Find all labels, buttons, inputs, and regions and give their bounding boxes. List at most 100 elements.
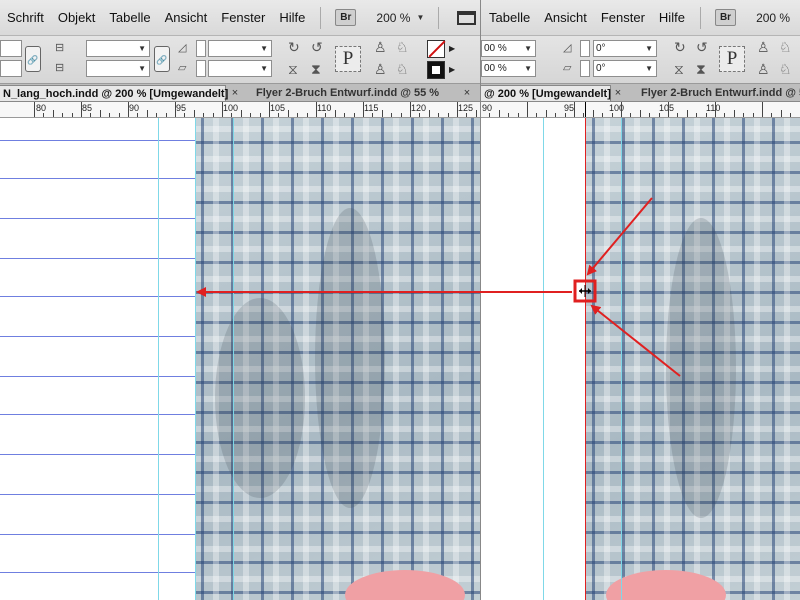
fill-swatch[interactable]	[427, 40, 445, 58]
constrain-proportions-icon[interactable]: 🔗	[25, 46, 41, 72]
select-container-icon[interactable]: ♙	[374, 40, 387, 54]
shear-stepper[interactable]	[196, 60, 206, 77]
horizontal-guide[interactable]	[0, 534, 195, 535]
horizontal-guide[interactable]	[0, 258, 195, 259]
fill-menu-icon[interactable]: ▶	[449, 44, 455, 53]
control-panel: 00 % ▼ 00 % ▼ ◿ ▱ 0° ▼ 0° ▼ ↻ ↺ ⧖ ⧗ P ♙ ♘ ♙ …	[481, 36, 800, 84]
horizontal-guide[interactable]	[0, 376, 195, 377]
horizontal-ruler[interactable]: 90 95 100 105 110	[481, 102, 800, 118]
column-guide[interactable]	[543, 118, 544, 600]
ruler-tick	[325, 113, 327, 117]
document-canvas[interactable]	[0, 118, 480, 600]
rotate-ccw-icon[interactable]: ↺	[311, 40, 323, 54]
close-icon[interactable]: ×	[611, 85, 625, 101]
close-icon[interactable]: ×	[228, 85, 242, 101]
menu-tabelle[interactable]: Tabelle	[481, 10, 537, 25]
bridge-button[interactable]: Br	[335, 9, 357, 26]
menu-objekt[interactable]: Objekt	[51, 10, 103, 25]
ruler-tick	[62, 113, 64, 117]
align-icon[interactable]: ⊟	[55, 41, 64, 55]
plaid-shirt-photo[interactable]	[195, 118, 480, 600]
ruler-tick	[630, 113, 632, 117]
horizontal-guide[interactable]	[0, 296, 195, 297]
ruler-tick	[363, 102, 364, 117]
column-guide[interactable]	[621, 118, 622, 600]
menu-schrift[interactable]: Schrift	[0, 10, 51, 25]
ruler-tick	[278, 113, 280, 117]
ruler-tick	[391, 113, 393, 117]
close-icon[interactable]: ×	[460, 85, 474, 101]
stroke-menu-icon[interactable]: ▶	[449, 65, 455, 74]
menu-fenster[interactable]: Fenster	[594, 10, 652, 25]
select-content-icon[interactable]: ♙	[757, 62, 770, 76]
select-container-icon[interactable]: ♙	[757, 40, 770, 54]
shear-field[interactable]: 0° ▼	[593, 60, 657, 77]
chevron-down-icon[interactable]: ▼	[414, 13, 430, 22]
rotate-cw-icon[interactable]: ↻	[674, 40, 686, 54]
column-guide[interactable]	[233, 118, 234, 600]
horizontal-guide[interactable]	[0, 454, 195, 455]
flip-vertical-icon[interactable]: ⧗	[696, 62, 706, 76]
selected-guide[interactable]	[585, 118, 586, 600]
select-content-icon[interactable]: ♙	[374, 62, 387, 76]
height-field[interactable]: ▼	[86, 60, 150, 77]
menu-ansicht[interactable]: Ansicht	[537, 10, 594, 25]
shear-stepper[interactable]	[580, 60, 590, 77]
plaid-shirt-photo[interactable]	[586, 118, 800, 600]
menu-bar: Schrift Objekt Tabelle Ansicht Fenster H…	[0, 0, 480, 36]
flip-vertical-icon[interactable]: ⧗	[311, 62, 321, 76]
ruler-tick	[583, 113, 585, 117]
select-next-icon[interactable]: ♘	[396, 40, 409, 54]
horizontal-guide[interactable]	[0, 494, 195, 495]
shear-field[interactable]: ▼	[208, 60, 272, 77]
bridge-button[interactable]: Br	[714, 9, 737, 26]
screen-mode-icon[interactable]	[457, 10, 476, 25]
flip-horizontal-icon[interactable]: ⧖	[674, 62, 684, 76]
rotate-field[interactable]: ▼	[208, 40, 272, 57]
select-next-icon[interactable]: ♘	[779, 40, 792, 54]
menu-fenster[interactable]: Fenster	[214, 10, 272, 25]
ruler-tick	[696, 113, 698, 117]
ruler-label: 110	[317, 103, 332, 113]
p-frame-reference-icon[interactable]: P	[719, 46, 745, 72]
zoom-select[interactable]: 200 %	[742, 11, 794, 25]
tab-flyer-2-bruch[interactable]: Flyer 2-Bruch Entwurf.indd @ 55 %	[252, 85, 462, 101]
align-bottom-icon[interactable]: ⊟	[55, 61, 64, 75]
ruler-tick	[517, 113, 519, 117]
ruler-tick	[677, 113, 679, 117]
select-previous-icon[interactable]: ♘	[396, 62, 409, 76]
zoom-select[interactable]: 200 %	[362, 11, 414, 25]
horizontal-ruler[interactable]: 80 85 90 95 100 105 110 115 120 125	[0, 102, 480, 118]
tab-flyer-2-bruch[interactable]: Flyer 2-Bruch Entwurf.indd @ 5	[637, 85, 800, 101]
rotate-stepper[interactable]	[196, 40, 206, 57]
menu-hilfe[interactable]: Hilfe	[652, 10, 692, 25]
width-field[interactable]: ▼	[86, 40, 150, 57]
flip-horizontal-icon[interactable]: ⧖	[288, 62, 298, 76]
tab-umgewandelt[interactable]: @ 200 % [Umgewandelt]	[481, 85, 611, 101]
scale-x-field[interactable]: 00 % ▼	[481, 40, 536, 57]
horizontal-guide[interactable]	[0, 572, 195, 573]
rotate-stepper[interactable]	[580, 40, 590, 57]
menu-tabelle[interactable]: Tabelle	[102, 10, 157, 25]
stroke-swatch[interactable]	[427, 61, 445, 79]
horizontal-guide[interactable]	[0, 178, 195, 179]
scale-y-field[interactable]: 00 % ▼	[481, 60, 536, 77]
document-canvas[interactable]	[481, 118, 800, 600]
x-field[interactable]	[0, 40, 22, 57]
horizontal-guide[interactable]	[0, 414, 195, 415]
horizontal-guide[interactable]	[0, 218, 195, 219]
column-guide[interactable]	[195, 118, 196, 600]
rotate-field[interactable]: 0° ▼	[593, 40, 657, 57]
menu-hilfe[interactable]: Hilfe	[272, 10, 312, 25]
rotate-cw-icon[interactable]: ↻	[288, 40, 300, 54]
column-guide[interactable]	[158, 118, 159, 600]
tab-n-lang-hoch[interactable]: N_lang_hoch.indd @ 200 % [Umgewandelt]	[0, 85, 228, 101]
menu-ansicht[interactable]: Ansicht	[158, 10, 215, 25]
horizontal-guide[interactable]	[0, 140, 195, 141]
y-field[interactable]	[0, 60, 22, 77]
constrain-scale-icon[interactable]: 🔗	[154, 46, 170, 72]
p-frame-reference-icon[interactable]: P	[335, 46, 361, 72]
select-previous-icon[interactable]: ♘	[779, 62, 792, 76]
horizontal-guide[interactable]	[0, 336, 195, 337]
rotate-ccw-icon[interactable]: ↺	[696, 40, 708, 54]
